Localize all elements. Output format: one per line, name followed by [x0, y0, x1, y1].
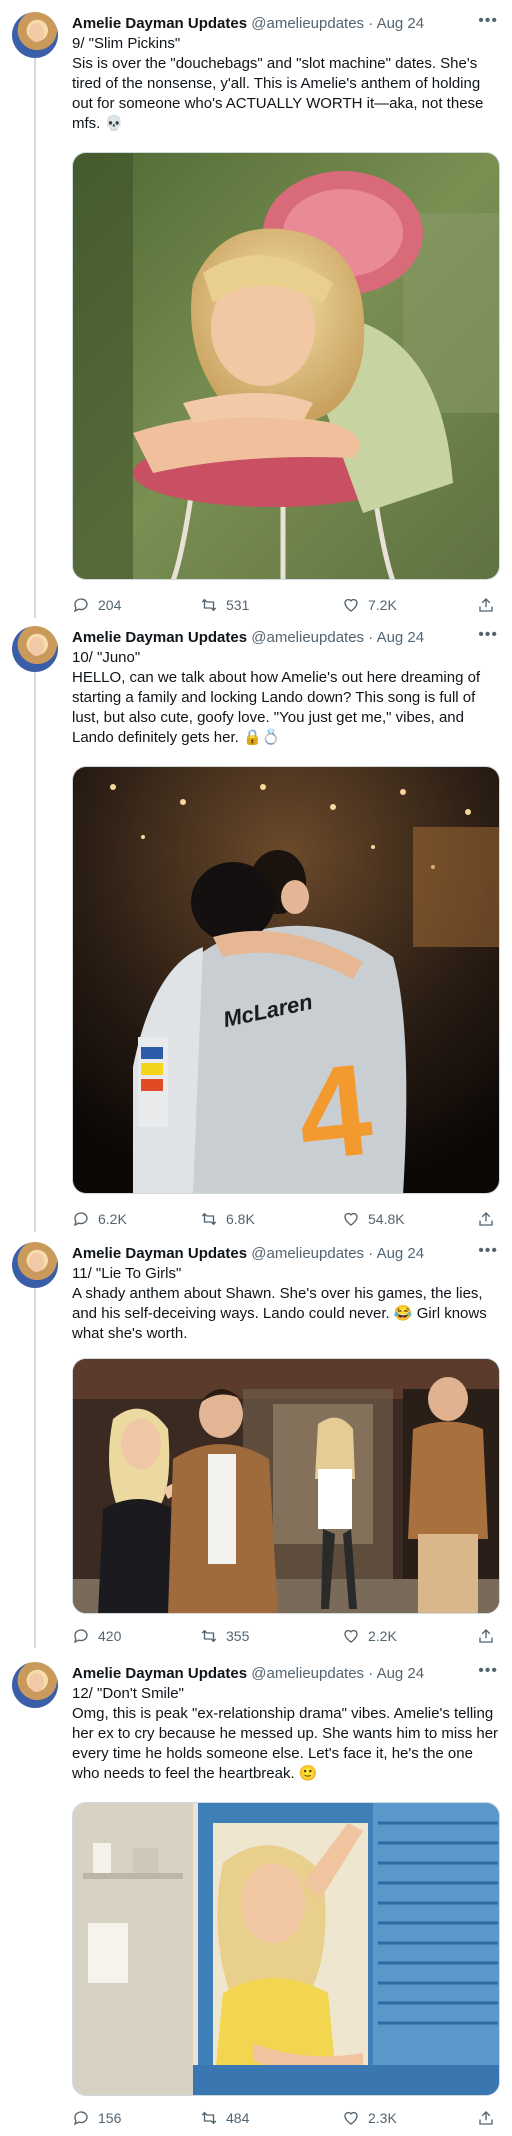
tweet[interactable]: Amelie Dayman Updates @amelieupdates · A…: [0, 626, 512, 1229]
retweet-button[interactable]: 484: [200, 2108, 249, 2128]
reply-button[interactable]: 204: [72, 595, 121, 615]
like-count: 54.8K: [368, 1211, 405, 1227]
tweet-photo[interactable]: [72, 1802, 500, 2096]
retweet-button[interactable]: 6.8K: [200, 1209, 255, 1229]
reply-count: 420: [98, 1628, 122, 1644]
retweet-count: 484: [226, 2110, 250, 2126]
retweet-icon: [201, 1212, 217, 1226]
tweet-date[interactable]: Aug 24: [377, 1665, 425, 1682]
reply-icon: [73, 1629, 88, 1644]
tweet-photo[interactable]: McLaren 4: [72, 766, 500, 1194]
avatar[interactable]: [12, 1662, 58, 1708]
like-icon: [344, 2111, 358, 2125]
author-handle[interactable]: @amelieupdates: [251, 1245, 364, 1262]
retweet-icon: [201, 2111, 217, 2125]
share-icon: [479, 2111, 493, 2125]
author-handle[interactable]: @amelieupdates: [251, 15, 364, 32]
author-name[interactable]: Amelie Dayman Updates: [72, 1665, 247, 1682]
tweet-date[interactable]: Aug 24: [377, 629, 425, 646]
share-icon: [479, 1629, 493, 1643]
share-icon: [479, 598, 493, 612]
tweet-header: Amelie Dayman Updates @amelieupdates · A…: [72, 15, 425, 32]
more-icon[interactable]: •••: [478, 1662, 498, 1680]
share-button[interactable]: [477, 595, 495, 615]
like-icon: [344, 598, 358, 612]
share-icon: [479, 1212, 493, 1226]
like-button[interactable]: 2.2K: [342, 1626, 397, 1646]
tweet-date[interactable]: Aug 24: [377, 1245, 425, 1262]
more-icon[interactable]: •••: [478, 1242, 498, 1260]
avatar[interactable]: [12, 626, 58, 672]
author-name[interactable]: Amelie Dayman Updates: [72, 1245, 247, 1262]
tweet[interactable]: Amelie Dayman Updates @amelieupdates · A…: [0, 12, 512, 615]
more-icon[interactable]: •••: [478, 12, 498, 30]
retweet-count: 355: [226, 1628, 250, 1644]
retweet-icon: [201, 1629, 217, 1643]
tweet[interactable]: Amelie Dayman Updates @amelieupdates · A…: [0, 1662, 512, 2136]
tweet-text: 10/ "Juno" HELLO, can we talk about how …: [72, 649, 481, 746]
reply-button[interactable]: 420: [72, 1626, 121, 1646]
reply-button[interactable]: 6.2K: [72, 1209, 127, 1229]
like-count: 2.3K: [368, 2110, 397, 2126]
tweet-actions: 6.2K 6.8K 54.8K: [72, 1209, 500, 1229]
like-count: 7.2K: [368, 597, 397, 613]
like-icon: [344, 1629, 358, 1643]
tweet-header: Amelie Dayman Updates @amelieupdates · A…: [72, 629, 425, 646]
tweet-actions: 204 531 7.2K: [72, 595, 500, 615]
tweet-actions: 420 355 2.2K: [72, 1626, 500, 1646]
author-name[interactable]: Amelie Dayman Updates: [72, 629, 247, 646]
like-count: 2.2K: [368, 1628, 397, 1644]
share-button[interactable]: [477, 1626, 495, 1646]
reply-button[interactable]: 156: [72, 2108, 121, 2128]
reply-icon: [73, 598, 88, 613]
retweet-button[interactable]: 355: [200, 1626, 249, 1646]
reply-count: 156: [98, 2110, 122, 2126]
like-icon: [344, 1212, 358, 1226]
reply-count: 6.2K: [98, 1211, 127, 1227]
avatar[interactable]: [12, 1242, 58, 1288]
author-handle[interactable]: @amelieupdates: [251, 1665, 364, 1682]
tweet-photo[interactable]: [72, 1358, 500, 1614]
more-icon[interactable]: •••: [478, 626, 498, 644]
share-button[interactable]: [477, 1209, 495, 1229]
tweet-date[interactable]: Aug 24: [377, 15, 425, 32]
retweet-count: 6.8K: [226, 1211, 255, 1227]
like-button[interactable]: 2.3K: [342, 2108, 397, 2128]
tweet-photo[interactable]: [72, 152, 500, 580]
share-button[interactable]: [477, 2108, 495, 2128]
retweet-count: 531: [226, 597, 250, 613]
retweet-button[interactable]: 531: [200, 595, 249, 615]
like-button[interactable]: 7.2K: [342, 595, 397, 615]
tweet-text: 9/ "Slim Pickins" Sis is over the "douch…: [72, 35, 484, 132]
like-button[interactable]: 54.8K: [342, 1209, 405, 1229]
author-handle[interactable]: @amelieupdates: [251, 629, 364, 646]
tweet[interactable]: Amelie Dayman Updates @amelieupdates · A…: [0, 1242, 512, 1662]
author-name[interactable]: Amelie Dayman Updates: [72, 15, 247, 32]
tweet-header: Amelie Dayman Updates @amelieupdates · A…: [72, 1245, 425, 1262]
tweet-text: 11/ "Lie To Girls" A shady anthem about …: [72, 1265, 487, 1342]
tweet-text: 12/ "Don't Smile" Omg, this is peak "ex-…: [72, 1685, 499, 1782]
reply-count: 204: [98, 597, 122, 613]
tweet-actions: 156 484 2.3K: [72, 2108, 500, 2128]
reply-icon: [73, 2111, 88, 2126]
tweet-header: Amelie Dayman Updates @amelieupdates · A…: [72, 1665, 425, 1682]
reply-icon: [73, 1212, 88, 1227]
retweet-icon: [201, 598, 217, 612]
avatar[interactable]: [12, 12, 58, 58]
jersey-number: 4: [291, 1035, 378, 1188]
